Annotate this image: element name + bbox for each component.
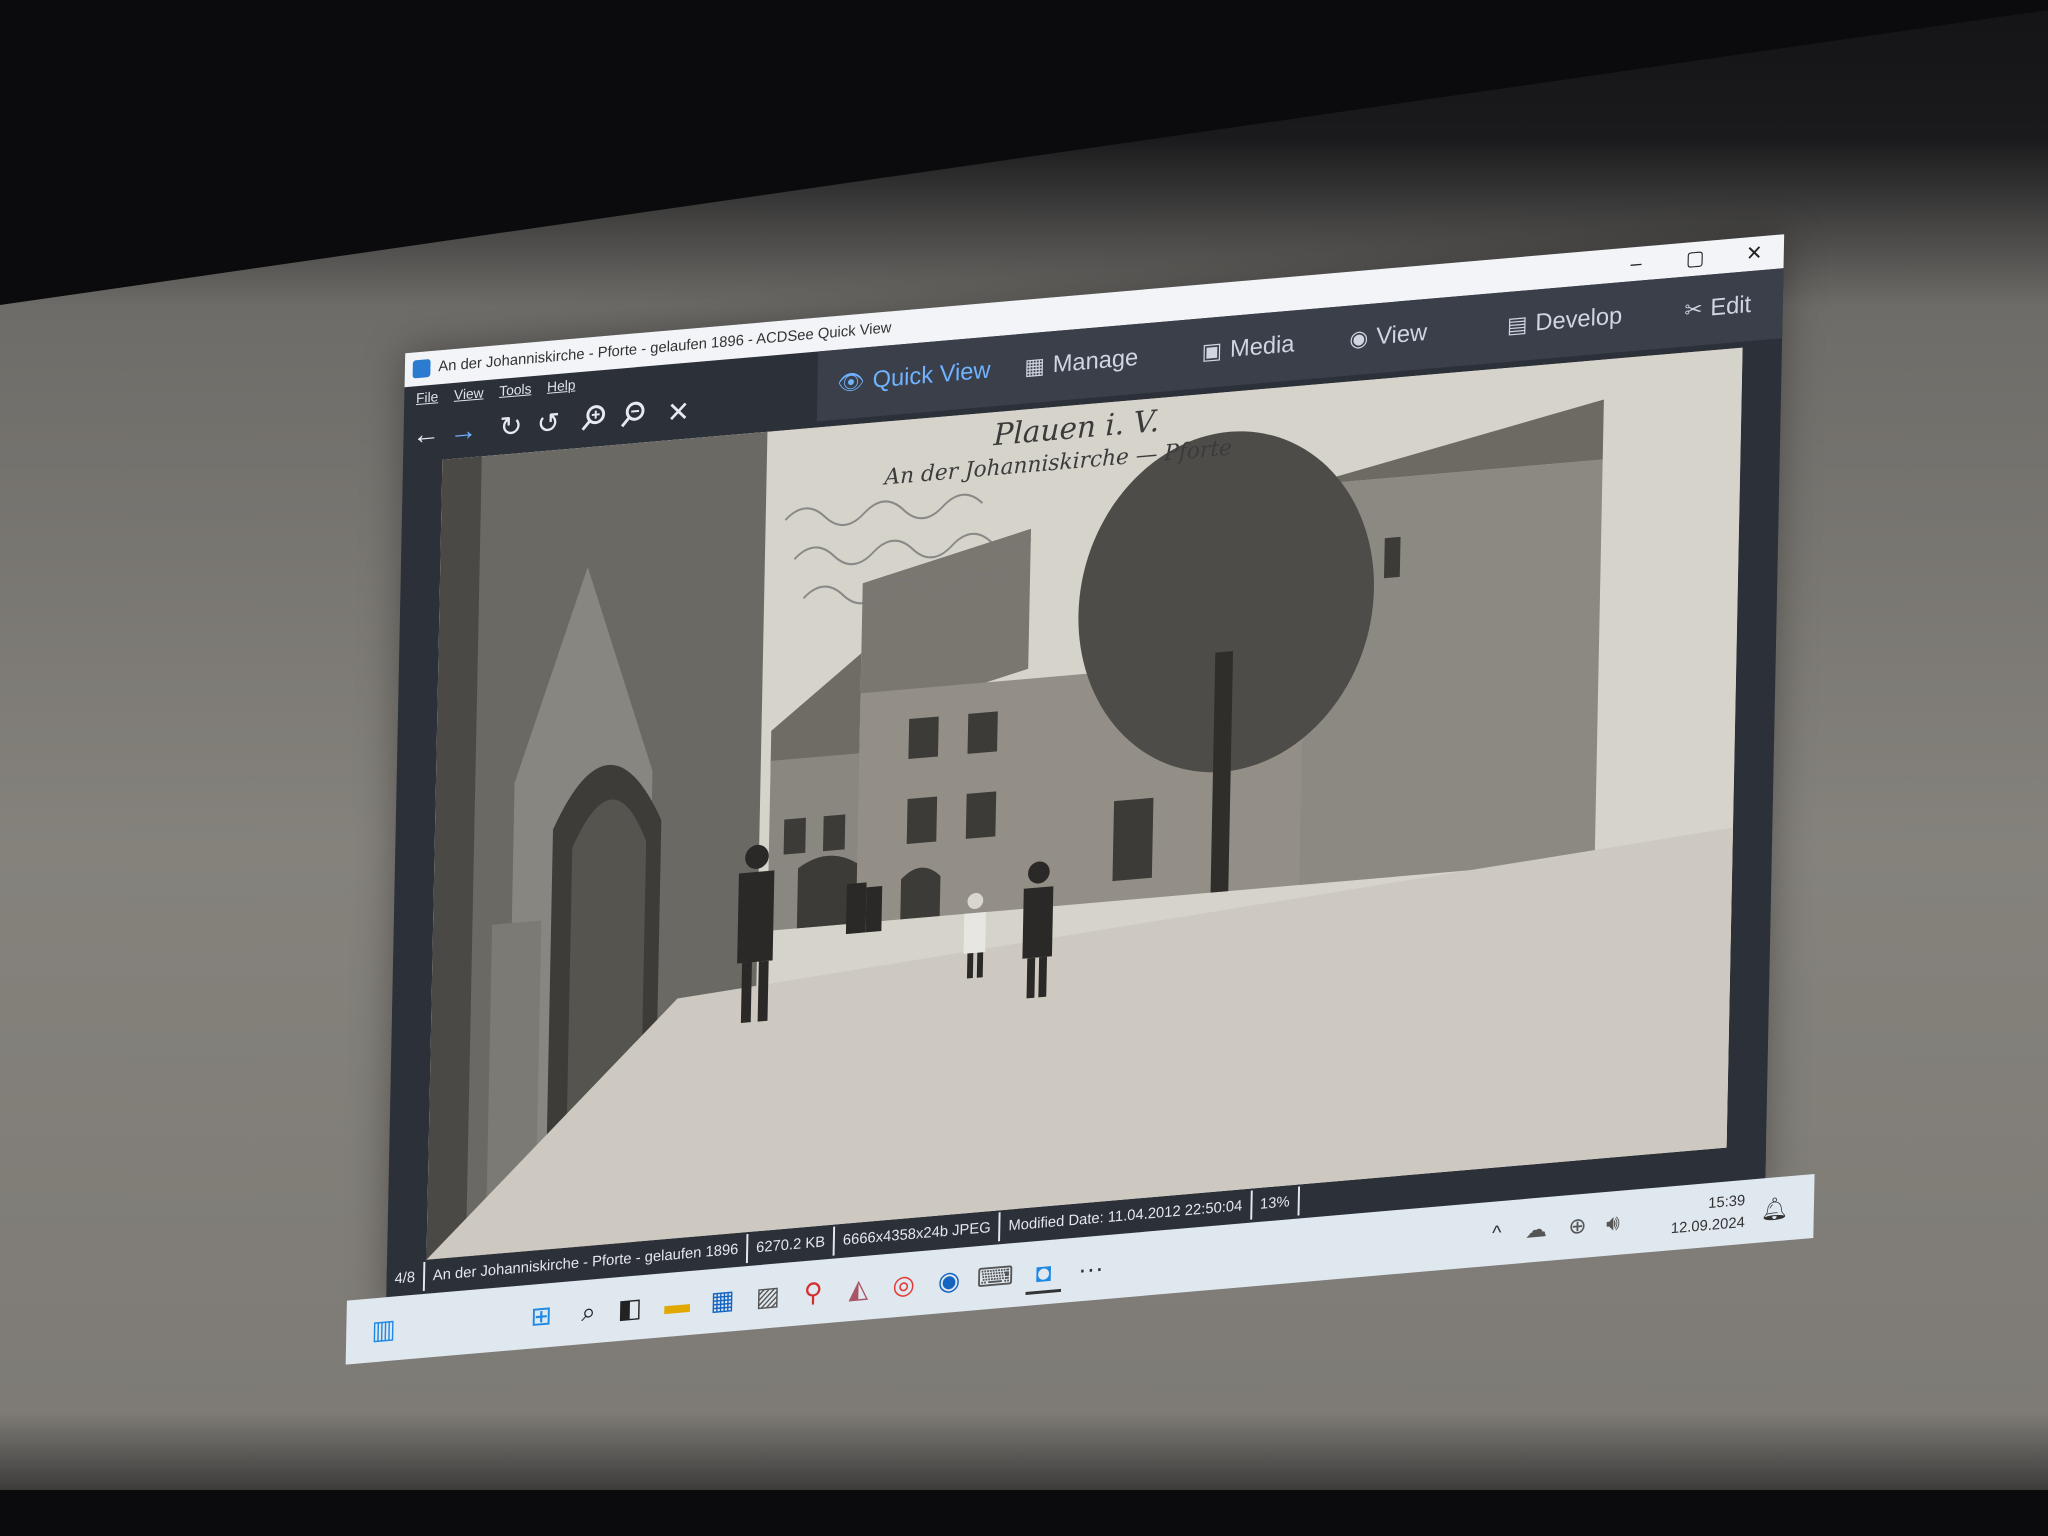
mode-edit[interactable]: ✂ Edit bbox=[1684, 291, 1751, 325]
search-icon[interactable]: ⌕ bbox=[571, 1292, 607, 1331]
status-position: 4/8 bbox=[386, 1261, 426, 1295]
back-arrow-icon[interactable]: ← bbox=[409, 416, 443, 453]
forward-arrow-icon[interactable]: → bbox=[447, 413, 481, 450]
app-logo-icon bbox=[412, 358, 431, 379]
image-viewer[interactable]: Plauen i. V. An der Johanniskirche — Pfo… bbox=[426, 347, 1743, 1260]
mode-label: Edit bbox=[1710, 290, 1752, 322]
bell-icon[interactable]: 🔔︎ bbox=[1756, 1190, 1792, 1229]
media-icon: ▣ bbox=[1201, 337, 1223, 365]
mode-label: Manage bbox=[1052, 343, 1139, 379]
store-icon[interactable]: ▦ bbox=[704, 1281, 740, 1320]
mode-view[interactable]: ◉ View bbox=[1349, 319, 1427, 354]
mode-develop[interactable]: ▤ Develop bbox=[1507, 302, 1623, 340]
file-explorer-icon[interactable]: ▬ bbox=[659, 1285, 695, 1324]
photo-icon[interactable]: ▨ bbox=[750, 1277, 786, 1316]
rotate-right-icon[interactable]: ↻ bbox=[494, 408, 528, 445]
menu-file[interactable]: File bbox=[416, 388, 439, 406]
eye-icon: ◉ bbox=[1349, 324, 1369, 352]
clock-time[interactable]: 15:39 bbox=[1666, 1192, 1745, 1216]
mode-quick-view[interactable]: 👁 Quick View bbox=[837, 357, 991, 398]
status-filesize: 6270.2 KB bbox=[747, 1226, 836, 1263]
close-image-icon[interactable]: ✕ bbox=[661, 394, 695, 431]
grid-icon: ▦ bbox=[1024, 352, 1046, 380]
zoom-in-icon[interactable] bbox=[577, 401, 611, 438]
menu-view[interactable]: View bbox=[454, 384, 484, 403]
widgets-icon[interactable]: ▥ bbox=[366, 1310, 402, 1349]
develop-icon: ▤ bbox=[1506, 311, 1528, 338]
projected-screen: An der Johanniskirche - Pforte - gelaufe… bbox=[306, 53, 1815, 1380]
volume-icon[interactable]: 🔊︎ bbox=[1595, 1204, 1631, 1243]
menu-tools[interactable]: Tools bbox=[499, 380, 532, 399]
start-icon[interactable]: ⊞ bbox=[523, 1296, 559, 1335]
acdsee-icon[interactable]: ◘ bbox=[1025, 1252, 1062, 1295]
mode-label: View bbox=[1375, 318, 1428, 351]
magnifier-icon[interactable]: ⚲ bbox=[795, 1273, 831, 1312]
menu-help[interactable]: Help bbox=[547, 376, 576, 394]
minimize-button[interactable]: – bbox=[1616, 249, 1656, 278]
more-apps-button[interactable]: ··· bbox=[1073, 1249, 1109, 1288]
acdsee-window: An der Johanniskirche - Pforte - gelaufe… bbox=[345, 234, 1815, 1365]
cloud-icon[interactable]: ☁ bbox=[1518, 1210, 1554, 1249]
app-icon[interactable]: ◭ bbox=[840, 1269, 876, 1308]
mode-media[interactable]: ▣ Media bbox=[1201, 330, 1294, 366]
maximize-button[interactable]: ▢ bbox=[1675, 244, 1715, 273]
keyboard-icon[interactable]: ⌨ bbox=[976, 1257, 1014, 1296]
eye-icon: 👁 bbox=[837, 368, 866, 396]
mode-label: Quick View bbox=[872, 356, 991, 394]
postcard-photo bbox=[426, 347, 1743, 1260]
chevron-up-icon[interactable]: ^ bbox=[1479, 1214, 1515, 1253]
edit-icon: ✂ bbox=[1684, 296, 1703, 323]
close-button[interactable]: ✕ bbox=[1734, 239, 1774, 268]
task-view-icon[interactable]: ◧ bbox=[612, 1289, 648, 1328]
status-zoom: 13% bbox=[1251, 1186, 1300, 1220]
zoom-out-icon[interactable] bbox=[616, 398, 650, 435]
chrome-icon[interactable]: ◎ bbox=[886, 1265, 922, 1304]
mode-label: Media bbox=[1229, 330, 1295, 363]
network-icon[interactable]: ⊕ bbox=[1559, 1207, 1595, 1246]
clock-date[interactable]: 12.09.2024 bbox=[1646, 1214, 1745, 1240]
mode-label: Develop bbox=[1535, 302, 1623, 337]
rotate-left-icon[interactable]: ↺ bbox=[531, 405, 565, 442]
steam-icon[interactable]: ◉ bbox=[931, 1261, 967, 1300]
mode-manage[interactable]: ▦ Manage bbox=[1024, 344, 1138, 382]
